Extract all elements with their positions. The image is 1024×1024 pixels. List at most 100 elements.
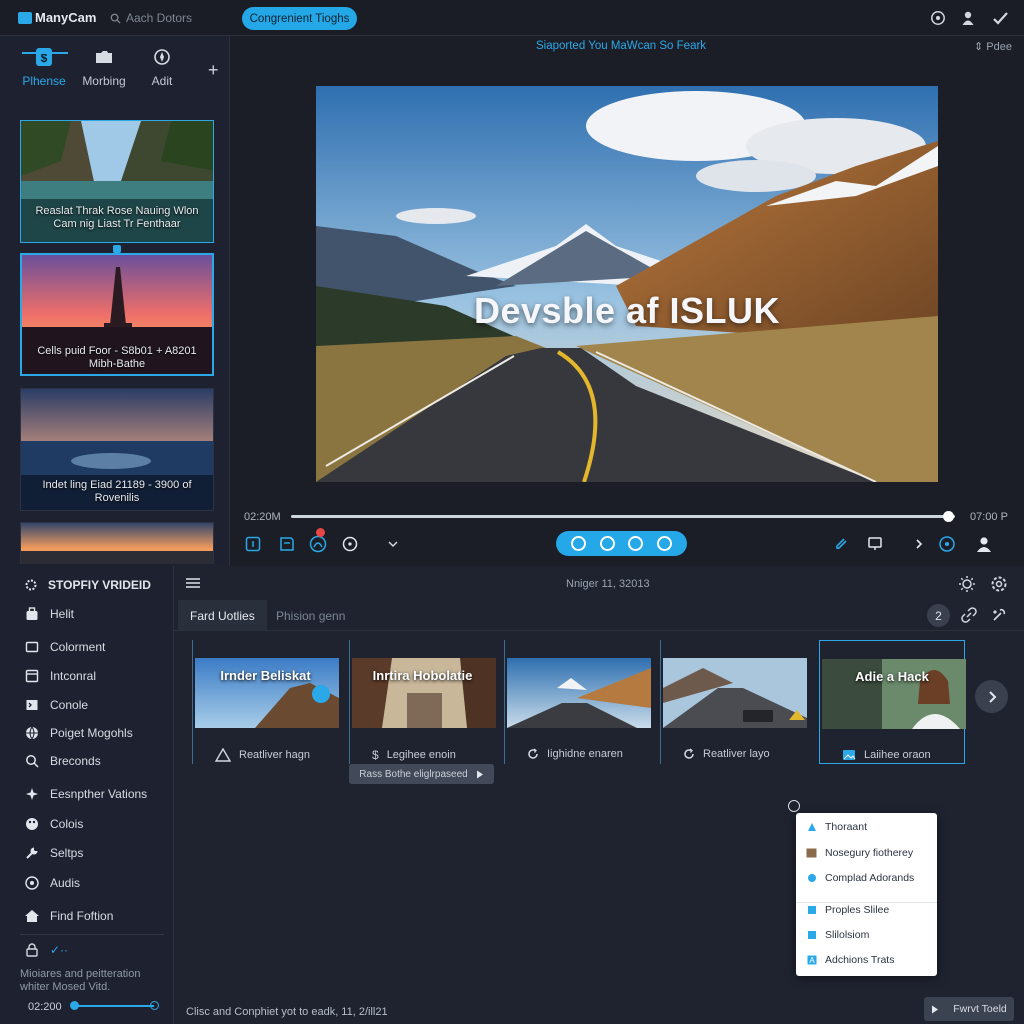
search-field[interactable]: Aach Dotors bbox=[110, 11, 192, 25]
main-preview-image[interactable] bbox=[316, 86, 938, 482]
menu-item[interactable]: Complad Adorands bbox=[806, 872, 914, 884]
menu-item[interactable]: A Adchions Trats bbox=[806, 954, 894, 966]
clip-label-text: Reatliver layo bbox=[703, 748, 770, 760]
sidebar-item[interactable]: Helit bbox=[24, 606, 74, 622]
sidebar-item[interactable]: Intconral bbox=[24, 668, 96, 684]
lock-toggle[interactable]: ✓·· bbox=[24, 942, 68, 958]
sidebar-item[interactable]: Colois bbox=[24, 816, 83, 832]
clip-label-text: Iighidne enaren bbox=[547, 748, 623, 760]
brightness-icon[interactable] bbox=[958, 575, 976, 593]
menu-item[interactable]: Thoraant bbox=[806, 821, 867, 833]
media-thumbnail-selected[interactable]: Cells puid Foor - S8b01 + A8201 Mibh-Bat… bbox=[20, 253, 214, 376]
svg-text:A: A bbox=[809, 956, 815, 965]
loop-control-icon[interactable] bbox=[628, 536, 644, 551]
chevron-down-icon[interactable] bbox=[384, 535, 402, 553]
menu-item[interactable]: Nosegury fiotherey bbox=[806, 847, 913, 859]
console-icon bbox=[24, 697, 40, 713]
tab-fard-uotlies[interactable]: Fard Uotlies bbox=[178, 600, 267, 631]
add-layer-icon[interactable] bbox=[244, 535, 262, 553]
effects-icon[interactable] bbox=[309, 535, 327, 553]
info-icon[interactable] bbox=[929, 9, 947, 27]
timeline-scrubber[interactable] bbox=[291, 515, 955, 518]
sidebar-item[interactable]: Poiget Mogohls bbox=[24, 725, 133, 741]
refresh-icon bbox=[683, 748, 695, 760]
export-label: Fwrvt Toeld bbox=[953, 1003, 1007, 1015]
menu-item[interactable]: Proples Slilee bbox=[806, 904, 889, 916]
sidebar-item[interactable]: Breconds bbox=[24, 753, 101, 769]
export-button[interactable]: Fwrvt Toeld bbox=[924, 997, 1014, 1021]
attach-icon[interactable] bbox=[832, 535, 850, 553]
clip-overlay-title: Inrtira Hobolatie bbox=[372, 668, 473, 683]
bag-icon bbox=[24, 606, 40, 622]
sidebar-item-label: Audis bbox=[50, 876, 81, 890]
menu-item[interactable]: Slilolsiom bbox=[806, 929, 869, 941]
playback-controls[interactable] bbox=[556, 531, 687, 556]
sidebar-item-label: Breconds bbox=[50, 754, 101, 768]
clip-label: $ Legihee enoin bbox=[372, 748, 456, 762]
preview-page-label[interactable]: ⇕ Pdee bbox=[974, 40, 1012, 53]
settings-gear-icon[interactable] bbox=[990, 575, 1008, 593]
sidebar-item[interactable]: Conole bbox=[24, 697, 88, 713]
next-clips-button[interactable] bbox=[975, 680, 1008, 713]
preview-overlay-title[interactable]: Devsble af ISLUK bbox=[316, 290, 938, 332]
lock-icon bbox=[24, 942, 40, 958]
clip-overlay-title: Irnder Beliskat bbox=[220, 668, 311, 683]
connect-pill-button[interactable]: Congrenient Tioghs bbox=[242, 7, 357, 30]
pause-control-icon[interactable] bbox=[599, 536, 615, 551]
lock-status: ✓·· bbox=[50, 943, 69, 957]
tools-icon[interactable] bbox=[991, 607, 1007, 623]
add-media-icon[interactable]: + bbox=[208, 60, 219, 81]
scene-clip[interactable]: Irnder Beliskat Reatliver hagn bbox=[192, 640, 339, 764]
volume-slider-handle[interactable] bbox=[70, 1001, 79, 1010]
pin-icon: ⇕ bbox=[974, 41, 987, 53]
notification-badge bbox=[316, 528, 325, 537]
user-icon[interactable] bbox=[959, 9, 977, 27]
clip-tooltip-button[interactable]: Rass Bothe eliglrpaseed bbox=[349, 764, 494, 784]
edit-check-icon[interactable] bbox=[991, 9, 1009, 27]
scrubber-handle[interactable] bbox=[942, 511, 954, 522]
record-icon[interactable] bbox=[341, 535, 359, 553]
drag-handle[interactable] bbox=[113, 245, 121, 253]
sidebar-item[interactable]: Colorment bbox=[24, 639, 105, 655]
menu-item-label: Nosegury fiotherey bbox=[825, 847, 914, 859]
chevron-right-icon[interactable] bbox=[910, 535, 928, 553]
media-thumbnail[interactable]: Reaslat Thrak Rose Nauing Wlon Cam nig L… bbox=[20, 120, 214, 243]
note-icon[interactable] bbox=[278, 535, 296, 553]
sidebar-item-label: Find Foftion bbox=[50, 909, 114, 923]
app-logo[interactable]: ManyCam bbox=[18, 10, 96, 25]
thumbnail-caption: Indet ling Eiad 21189 - 3900 of Rovenili… bbox=[42, 479, 192, 504]
sidebar-title: STOPFIY VRIDEID bbox=[24, 578, 151, 592]
link-icon[interactable] bbox=[961, 607, 977, 623]
menu-item-label: Thoraant bbox=[825, 821, 868, 833]
status-text: Clisc and Conphiet yot to eadk, 11, 2/il… bbox=[186, 1006, 388, 1018]
active-tab-indicator bbox=[22, 52, 68, 54]
menu-icon[interactable] bbox=[186, 577, 200, 589]
media-thumbnail[interactable] bbox=[20, 522, 214, 564]
snapshot-control-icon[interactable] bbox=[657, 536, 673, 551]
audio-icon bbox=[24, 875, 40, 891]
dollar-icon: $ bbox=[372, 748, 379, 762]
volume-slider[interactable] bbox=[72, 1005, 154, 1007]
tab-adit[interactable]: Adit bbox=[127, 46, 197, 88]
sidebar-note: Mioiares and peitteration whiter Mosed V… bbox=[20, 968, 141, 993]
profile-icon[interactable] bbox=[975, 535, 993, 553]
sidebar-item-label: Colois bbox=[50, 817, 84, 831]
monitor-icon[interactable] bbox=[866, 535, 884, 553]
sidebar-item[interactable]: Eesnpther Vations bbox=[24, 786, 147, 802]
sidebar-item[interactable]: Seltps bbox=[24, 845, 83, 861]
media-thumbnail[interactable]: Indet ling Eiad 21189 - 3900 of Rovenili… bbox=[20, 388, 214, 511]
sidebar-item[interactable]: Audis bbox=[24, 875, 80, 891]
compass-icon bbox=[127, 46, 197, 68]
palette-icon bbox=[24, 816, 40, 832]
scene-clip[interactable]: Inrtira Hobolatie $ Legihee enoin bbox=[349, 640, 496, 764]
sparkle-icon bbox=[24, 786, 40, 802]
thumbnail-caption: Cells puid Foor - S8b01 + A8201 Mibh-Bat… bbox=[37, 345, 197, 370]
play-control-icon[interactable] bbox=[570, 536, 586, 551]
scene-clip[interactable]: Iighidne enaren bbox=[504, 640, 651, 764]
scene-clip[interactable]: Reatliver layo bbox=[660, 640, 807, 764]
scene-clip-selected[interactable]: Adie a Hack Laiihee oraon bbox=[819, 640, 966, 764]
target-icon[interactable] bbox=[938, 535, 956, 553]
sidebar-item[interactable]: Find Foftion bbox=[24, 908, 113, 924]
tab-phision-genn[interactable]: Phision genn bbox=[264, 600, 357, 631]
sidebar-item-label: Colorment bbox=[50, 640, 106, 654]
